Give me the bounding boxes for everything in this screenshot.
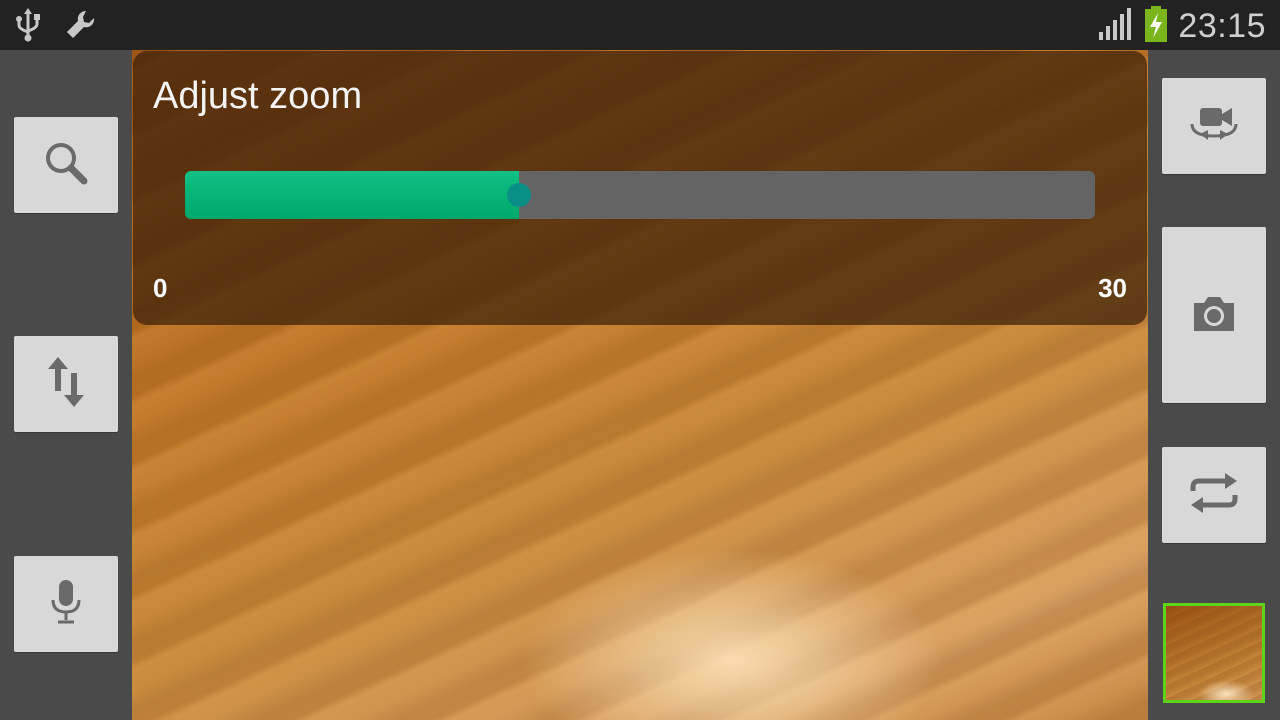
zoom-slider-fill [185, 171, 519, 219]
zoom-dialog-title: Adjust zoom [153, 75, 363, 117]
battery-charging-icon [1144, 6, 1168, 47]
zoom-max-label: 30 [1098, 273, 1127, 303]
swap-button[interactable] [14, 336, 118, 432]
status-bar: 23:15 [0, 0, 1280, 50]
switch-camera-button[interactable] [1162, 447, 1266, 543]
zoom-slider-track[interactable] [185, 171, 1095, 219]
magnifier-icon [42, 139, 90, 192]
voice-button[interactable] [14, 556, 118, 652]
shutter-button[interactable] [1162, 227, 1266, 403]
video-mode-button[interactable] [1162, 78, 1266, 174]
zoom-slider-thumb[interactable] [507, 183, 531, 207]
microphone-icon [50, 578, 82, 631]
status-clock: 23:15 [1178, 7, 1266, 45]
camera-icon [1190, 293, 1238, 338]
zoom-min-label: 0 [153, 273, 168, 303]
switch-camera-video-icon [1184, 104, 1244, 149]
gallery-thumbnail[interactable] [1163, 603, 1265, 703]
left-toolbar [0, 50, 132, 720]
zoom-button[interactable] [14, 117, 118, 213]
signal-icon [1098, 8, 1134, 45]
wrench-icon [64, 8, 98, 47]
zoom-dialog: Adjust zoom 0 30 [133, 51, 1147, 325]
repeat-icon [1187, 471, 1241, 520]
swap-vertical-icon [48, 356, 84, 412]
usb-icon [14, 8, 42, 47]
